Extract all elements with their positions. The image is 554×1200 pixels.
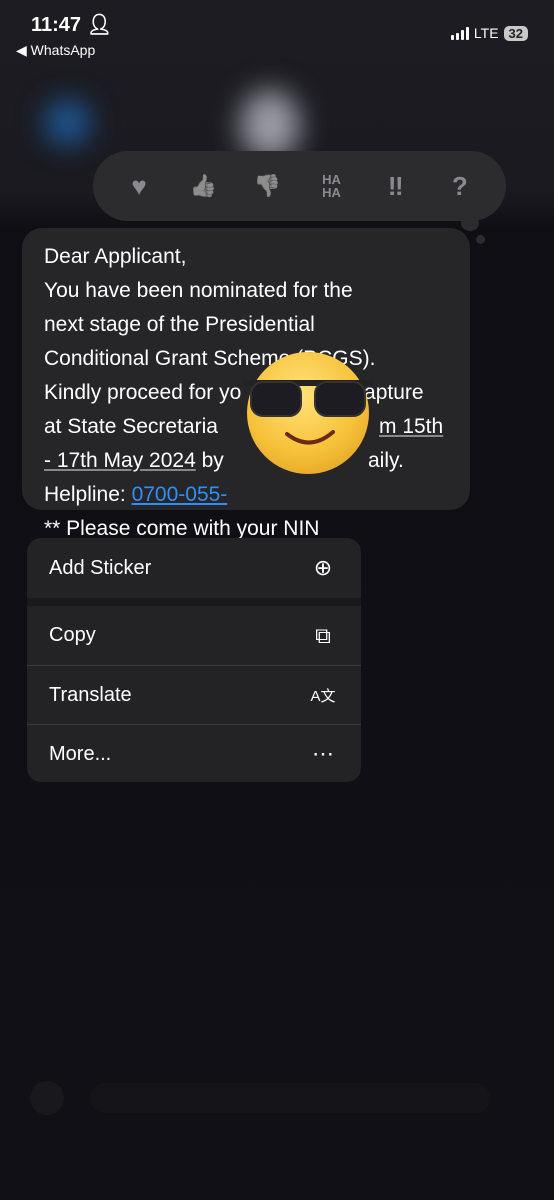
blurred-avatar xyxy=(45,100,90,145)
person-icon: 👤︎ xyxy=(86,14,113,36)
menu-item-more[interactable]: More... ⋯ xyxy=(27,724,361,782)
phone-link[interactable]: 0700-055- xyxy=(132,483,228,506)
message-line: Conditional Grant Scheme (PCGS). xyxy=(44,347,376,370)
message-line: Dear Applicant, xyxy=(44,245,187,268)
add-sticker-icon: ⊕ xyxy=(313,555,333,580)
thumbs-up-icon[interactable]: 👍 xyxy=(183,173,223,199)
blurred-avatar xyxy=(240,90,300,160)
message-line: Helpline: 0700-055- xyxy=(44,483,228,506)
status-time: 11:47 👤︎ xyxy=(31,14,113,36)
battery-icon: 32 xyxy=(503,25,528,41)
message-line: - 17th May 2024 by aily. xyxy=(44,449,404,472)
menu-separator xyxy=(27,598,361,606)
signal-icon xyxy=(450,26,469,40)
back-to-app[interactable]: ◀ WhatsApp xyxy=(16,42,95,59)
more-icon: ⋯ xyxy=(312,741,334,766)
menu-item-translate[interactable]: Translate A文 xyxy=(27,665,361,724)
message-line: next stage of the Presidential xyxy=(44,313,315,336)
sunglasses-emoji-sticker xyxy=(243,352,373,474)
sunglasses-icon xyxy=(243,380,373,417)
menu-item-add-sticker[interactable]: Add Sticker ⊕ xyxy=(27,538,361,598)
reaction-tail xyxy=(476,235,485,244)
question-icon[interactable]: ? xyxy=(440,171,480,202)
heart-icon[interactable]: ♥ xyxy=(119,171,159,202)
status-indicators: LTE 32 xyxy=(450,25,528,41)
translate-icon: A文 xyxy=(310,687,336,705)
context-menu: Add Sticker ⊕ Copy ⧉ Translate A文 More... ⋯ xyxy=(27,538,361,782)
date-link[interactable]: - 17th May 2024 xyxy=(44,449,196,472)
message-line: You have been nominated for the xyxy=(44,279,353,302)
copy-icon: ⧉ xyxy=(315,622,331,648)
menu-item-copy[interactable]: Copy ⧉ xyxy=(27,606,361,665)
network-label: LTE xyxy=(473,25,499,41)
thumbs-down-icon[interactable]: 👎 xyxy=(247,173,287,199)
reaction-tail xyxy=(461,215,479,231)
exclamation-icon[interactable]: ‼ xyxy=(376,171,416,202)
reaction-bar: ♥ 👍 👎 HA HA ‼ ? xyxy=(93,151,506,221)
blurred-input-bar xyxy=(30,1075,524,1121)
haha-icon[interactable]: HA HA xyxy=(312,173,352,199)
smile-icon xyxy=(285,430,335,445)
